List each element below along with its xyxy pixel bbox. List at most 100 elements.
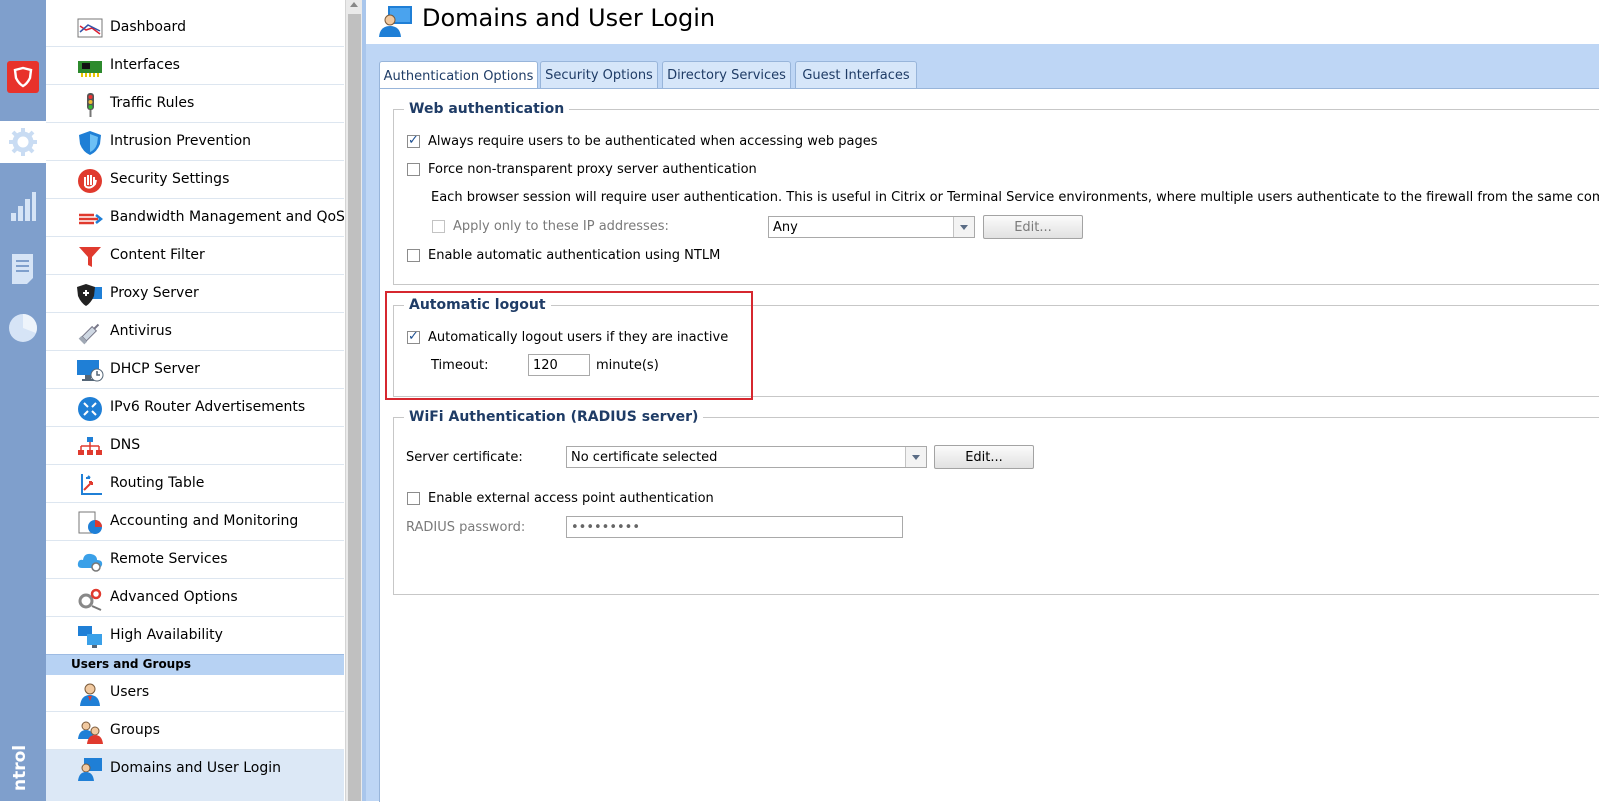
nav-item-label: Dashboard [110, 19, 186, 35]
statistics-bars-icon[interactable] [0, 186, 46, 226]
rail-vertical-label: ntrol [10, 744, 30, 791]
nav-item-groups[interactable]: Groups [46, 712, 344, 750]
dns-icon [76, 434, 104, 460]
nav-item-label: High Availability [110, 627, 223, 643]
domain-user-icon [376, 4, 414, 42]
page-header: Domains and User Login [366, 0, 1599, 42]
server-certificate-select[interactable]: No certificate selected [566, 446, 927, 468]
nav-item-accounting-and-monitoring[interactable]: Accounting and Monitoring [46, 503, 344, 541]
nav-item-label: Groups [110, 722, 160, 738]
monitors-icon [76, 624, 104, 650]
tab-label: Authentication Options [383, 68, 534, 84]
external-ap-auth-checkbox[interactable] [407, 492, 420, 505]
radius-password-input[interactable]: ••••••••• [566, 516, 903, 538]
nav-item-remote-services[interactable]: Remote Services [46, 541, 344, 579]
checkbox-label: Force non-transparent proxy server authe… [428, 162, 757, 177]
nav-item-dashboard[interactable]: Dashboard [46, 9, 344, 47]
nav-item-advanced-options[interactable]: Advanced Options [46, 579, 344, 617]
reports-pie-icon[interactable] [0, 310, 46, 346]
nav-item-label: Routing Table [110, 475, 205, 491]
chevron-down-icon[interactable] [953, 217, 974, 237]
settings-gear-icon[interactable] [0, 121, 46, 163]
checkbox-label: Enable automatic authentication using NT… [428, 248, 721, 263]
dashboard-icon [76, 16, 104, 42]
scroll-up-arrow-icon[interactable] [350, 2, 358, 7]
web-authentication-group: Web authentication Always require users … [393, 101, 1599, 285]
nav-scrollbar[interactable] [345, 0, 363, 801]
bandwidth-icon [76, 206, 104, 232]
nav-item-domains-and-user-login[interactable]: Domains and User Login [46, 750, 344, 801]
nav-item-antivirus[interactable]: Antivirus [46, 313, 344, 351]
ntlm-auth-checkbox[interactable] [407, 249, 420, 262]
traffic-light-icon [76, 92, 104, 118]
network-card-icon [76, 54, 104, 80]
nav-item-label: Traffic Rules [110, 95, 195, 111]
nav-item-label: Proxy Server [110, 285, 199, 301]
nav-item-label: Advanced Options [110, 589, 238, 605]
nav-item-dns[interactable]: DNS [46, 427, 344, 465]
ip-address-select[interactable]: Any [768, 216, 975, 238]
ip-edit-button[interactable]: Edit... [983, 215, 1083, 239]
force-proxy-auth-checkbox[interactable] [407, 163, 420, 176]
tab-authentication-options[interactable]: Authentication Options [379, 61, 538, 90]
shield-logo-icon[interactable] [0, 60, 46, 94]
checkbox-label: Enable external access point authenticat… [428, 491, 714, 506]
tab-label: Security Options [545, 67, 653, 83]
nav-item-label: IPv6 Router Advertisements [110, 399, 306, 415]
nav-item-dhcp-server[interactable]: DHCP Server [46, 351, 344, 389]
tab-directory-services[interactable]: Directory Services [662, 61, 791, 88]
nav-item-label: Security Settings [110, 171, 230, 187]
button-label: Edit... [965, 449, 1003, 465]
always-require-auth-checkbox[interactable] [407, 133, 420, 148]
content-area: Authentication Options Security Options … [366, 44, 1599, 802]
nav-item-intrusion-prevention[interactable]: Intrusion Prevention [46, 123, 344, 161]
apply-only-ip-checkbox[interactable] [432, 220, 445, 233]
select-value: Any [773, 220, 798, 235]
nav-item-label: DHCP Server [110, 361, 200, 377]
nav-item-label: Interfaces [110, 57, 180, 73]
scrollbar-thumb[interactable] [348, 14, 361, 801]
nav-item-users[interactable]: Users [46, 674, 344, 712]
checkbox-label: Always require users to be authenticated… [428, 134, 878, 149]
tab-label: Guest Interfaces [802, 67, 910, 83]
nav-item-high-availability[interactable]: High Availability [46, 617, 344, 652]
nav-item-label: Intrusion Prevention [110, 133, 252, 149]
authentication-options-panel: Web authentication Always require users … [379, 88, 1599, 802]
tab-security-options[interactable]: Security Options [540, 61, 658, 88]
force-proxy-description: Each browser session will require user a… [431, 190, 1599, 205]
nav-item-content-filter[interactable]: Content Filter [46, 237, 344, 275]
group-legend: WiFi Authentication (RADIUS server) [404, 409, 704, 425]
tab-guest-interfaces[interactable]: Guest Interfaces [795, 61, 917, 88]
nav-item-label: Remote Services [110, 551, 228, 567]
ipv6-icon [76, 396, 104, 422]
nav-item-label: Antivirus [110, 323, 172, 339]
nav-item-interfaces[interactable]: Interfaces [46, 47, 344, 85]
nav-item-label: DNS [110, 437, 141, 453]
nav-item-routing-table[interactable]: Routing Table [46, 465, 344, 503]
nav-item-label: Users [110, 684, 150, 700]
button-label: Edit... [1014, 219, 1052, 235]
nav-item-traffic-rules[interactable]: Traffic Rules [46, 85, 344, 123]
checkbox-label: Apply only to these IP addresses: [453, 219, 669, 234]
proxy-icon [76, 282, 104, 308]
funnel-icon [76, 244, 104, 270]
group-icon [76, 719, 104, 745]
nav-section-header: Users and Groups [46, 654, 344, 675]
nav-item-bandwidth-management[interactable]: Bandwidth Management and QoS [46, 199, 345, 237]
nav-item-ipv6-router-advertisements[interactable]: IPv6 Router Advertisements [46, 389, 344, 427]
nav-item-label: Bandwidth Management and QoS [110, 209, 345, 225]
routing-icon [76, 472, 104, 498]
chevron-down-icon[interactable] [905, 447, 926, 467]
tab-label: Directory Services [667, 67, 786, 83]
shield-icon [76, 130, 104, 156]
hand-stop-icon [76, 168, 104, 194]
logs-document-icon[interactable] [0, 250, 46, 288]
certificate-edit-button[interactable]: Edit... [934, 445, 1034, 469]
radius-password-label: RADIUS password: [406, 520, 526, 535]
highlight-annotation-box [385, 291, 753, 400]
gears-icon [76, 586, 104, 612]
nav-item-label: Content Filter [110, 247, 205, 263]
nav-item-security-settings[interactable]: Security Settings [46, 161, 344, 199]
select-value: No certificate selected [571, 450, 718, 465]
nav-item-proxy-server[interactable]: Proxy Server [46, 275, 344, 313]
